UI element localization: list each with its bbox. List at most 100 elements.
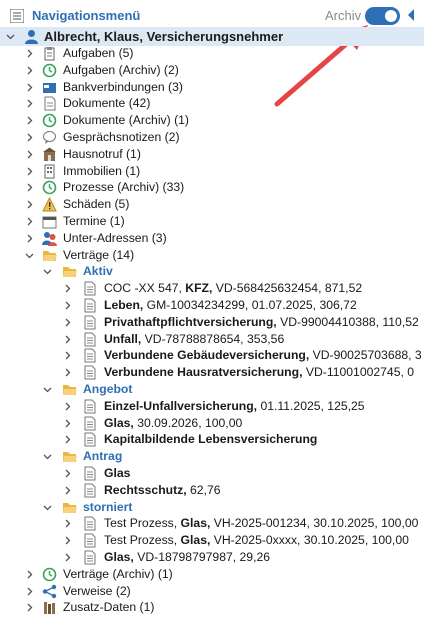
entry-type: KFZ,	[185, 281, 213, 296]
contract-doc-icon	[84, 483, 96, 498]
tree-item-label: Immobilien (1)	[63, 163, 141, 178]
tree-item-label: Dokumente (42)	[63, 96, 151, 111]
folder-open-icon	[63, 452, 77, 463]
entry-details: VD-90025703688, 3	[309, 348, 422, 363]
entry-prefix: Test Prozess,	[104, 533, 181, 548]
chevron-right-icon[interactable]	[63, 398, 72, 415]
tree-item-label: Aktiv	[83, 264, 113, 279]
entry-type: Unfall,	[104, 331, 142, 346]
entry-type: Rechtsschutz,	[104, 482, 187, 497]
tree-item-label: Gesprächsnotizen (2)	[63, 130, 180, 144]
chevron-right-icon[interactable]	[63, 331, 72, 348]
chevron-right-icon[interactable]	[63, 347, 72, 364]
folder-open-icon	[63, 502, 77, 513]
archive-clock-icon	[42, 567, 57, 582]
chevron-right-icon[interactable]	[63, 297, 72, 314]
entry-details: VH-2025-0xxxx, 30.10.2025, 100,00	[210, 533, 409, 548]
share-icon	[42, 584, 57, 598]
chevron-right-icon[interactable]	[25, 163, 34, 180]
folder-open-icon	[63, 267, 77, 278]
contract-doc-icon	[84, 550, 96, 565]
chevron-down-icon[interactable]	[6, 28, 15, 45]
chevron-right-icon[interactable]	[25, 112, 34, 129]
chevron-right-icon[interactable]	[63, 532, 72, 549]
entry-type: Glas,	[104, 415, 134, 430]
chevron-right-icon[interactable]	[25, 62, 34, 79]
chevron-right-icon[interactable]	[63, 364, 72, 381]
entry-type: Privathaftpflichtversicherung,	[104, 314, 277, 329]
tree-item-label: Kapitalbildende Lebensversicherung	[104, 431, 317, 448]
chevron-right-icon[interactable]	[25, 129, 34, 146]
root-label: Albrecht, Klaus, Versicherungsnehmer	[44, 29, 284, 44]
contract-doc-icon	[84, 533, 96, 548]
chevron-right-icon[interactable]	[25, 45, 34, 62]
people-icon	[42, 231, 57, 246]
entry-details: VD-568425632454, 871,52	[212, 281, 363, 296]
contract-doc-icon	[84, 348, 96, 363]
contract-doc-icon	[84, 466, 96, 481]
tree-item-label: Verweise (2)	[63, 583, 131, 598]
tree-item-label: Rechtsschutz, 62,76	[104, 482, 221, 499]
entry-type: Glas,	[104, 550, 134, 564]
chevron-right-icon[interactable]	[25, 146, 34, 163]
chevron-right-icon[interactable]	[63, 415, 72, 432]
chevron-right-icon[interactable]	[63, 549, 72, 566]
entry-type: Verbundene Hausratversicherung,	[104, 365, 303, 380]
chevron-down-icon[interactable]	[43, 448, 52, 465]
chevron-right-icon[interactable]	[63, 465, 72, 482]
tree-item-label: Test Prozess, Glas, VH-2025-0xxxx, 30.10…	[104, 532, 409, 549]
chevron-down-icon[interactable]	[43, 381, 52, 398]
tree-item-label: Hausnotruf (1)	[63, 146, 141, 161]
person-icon	[25, 30, 38, 44]
tree-item-label: Leben, GM-10034234299, 01.07.2025, 306,7…	[104, 297, 357, 314]
document-icon	[44, 96, 56, 111]
tree-item-label: Verträge (14)	[63, 247, 135, 262]
contract-doc-icon	[84, 315, 96, 330]
entry-details: 30.09.2026, 100,00	[133, 415, 243, 430]
chevron-down-icon[interactable]	[43, 263, 52, 280]
chevron-right-icon[interactable]	[63, 515, 72, 532]
chevron-down-icon[interactable]	[25, 247, 34, 264]
tree-item-label: Schäden (5)	[63, 197, 130, 212]
chevron-right-icon[interactable]	[63, 431, 72, 448]
tree-item-label: Aufgaben (Archiv) (2)	[63, 62, 179, 77]
folder-open-icon	[63, 385, 77, 395]
chevron-right-icon[interactable]	[63, 482, 72, 499]
bank-card-icon	[43, 82, 56, 93]
archive-clock-icon	[42, 181, 57, 195]
tree-item-label: Bankverbindungen (3)	[63, 79, 183, 94]
chevron-right-icon[interactable]	[25, 79, 34, 96]
contract-doc-icon	[84, 516, 96, 531]
chevron-right-icon[interactable]	[25, 196, 34, 213]
tree-item-label: Dokumente (Archiv) (1)	[63, 113, 189, 128]
tree-item-label: Verbundene Gebäudeversicherung, VD-90025…	[104, 347, 422, 364]
tree-item-label: Verbundene Hausratversicherung, VD-11001…	[104, 364, 414, 381]
archive-clock-icon	[42, 63, 57, 78]
chevron-right-icon[interactable]	[25, 95, 34, 112]
contract-doc-icon	[84, 432, 96, 447]
chevron-right-icon[interactable]	[25, 583, 34, 600]
chevron-right-icon[interactable]	[25, 213, 34, 230]
chevron-right-icon[interactable]	[25, 566, 34, 583]
tree-item-label: Verträge (Archiv) (1)	[63, 566, 173, 581]
chevron-right-icon[interactable]	[25, 599, 34, 616]
contract-doc-icon	[84, 281, 96, 296]
tree-item-label: Glas, VD-18798797987, 29,26	[104, 549, 270, 566]
calendar-icon	[42, 216, 57, 229]
tree-item-label: Zusatz-Daten (1)	[63, 600, 155, 615]
entry-type: Glas,	[180, 533, 211, 548]
chevron-right-icon[interactable]	[25, 179, 34, 196]
chevron-right-icon[interactable]	[25, 230, 34, 247]
chevron-right-icon[interactable]	[63, 314, 72, 331]
chevron-down-icon[interactable]	[43, 499, 52, 516]
entry-prefix: COC -XX 547,	[104, 281, 186, 296]
entry-details: VD-99004410388, 110,52	[276, 314, 419, 329]
tree-item-label: Antrag	[83, 449, 123, 464]
chevron-right-icon[interactable]	[63, 280, 72, 297]
entry-type: Leben,	[104, 298, 144, 312]
books-icon	[44, 602, 55, 615]
folder-open-icon	[43, 250, 57, 261]
entry-details: 62,76	[186, 482, 221, 497]
tree-item-label: Termine (1)	[63, 214, 125, 228]
tree-item-label: Unfall, VD-78788878654, 353,56	[104, 331, 284, 348]
